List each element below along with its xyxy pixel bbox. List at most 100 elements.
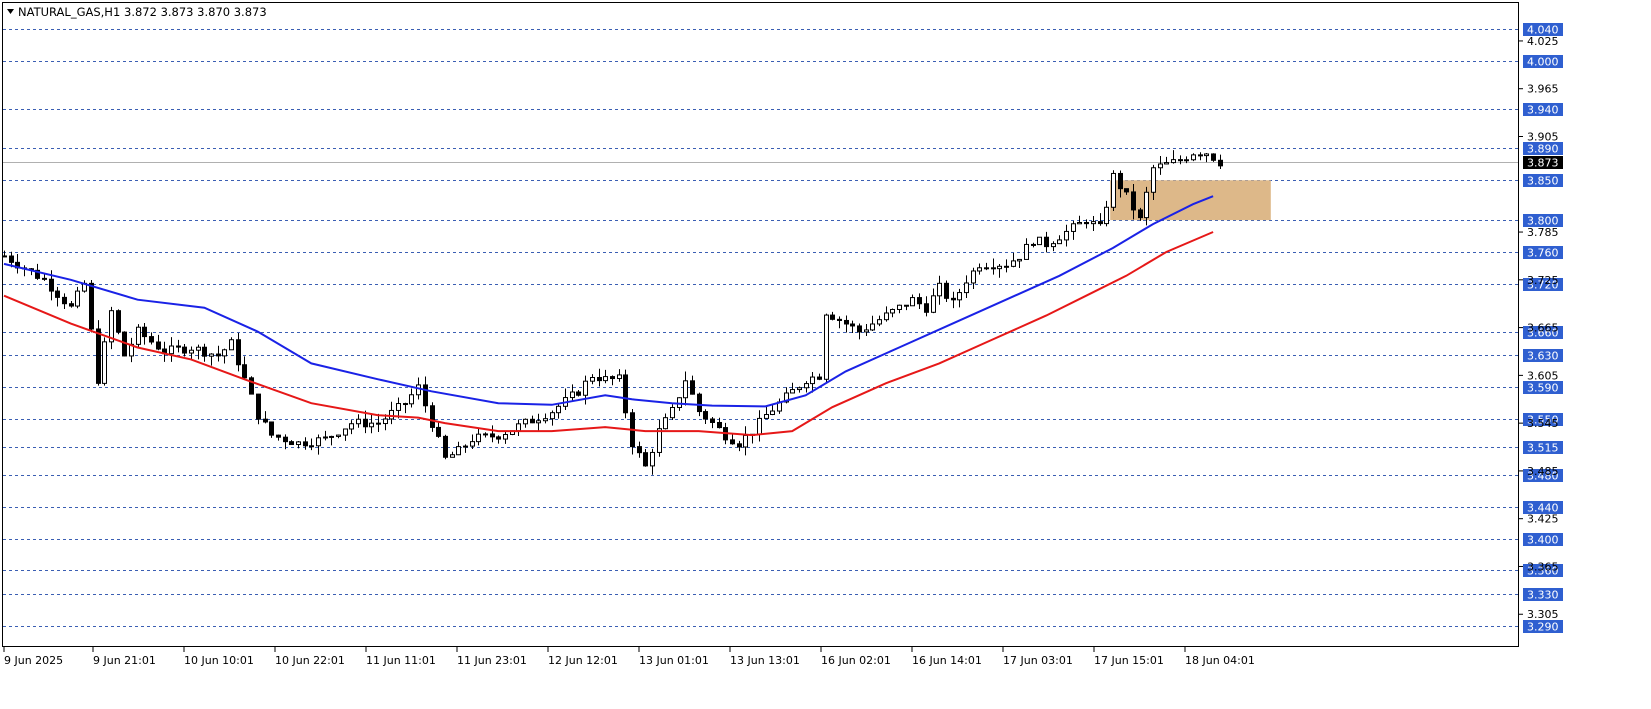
candle-body [556,405,561,414]
candle-body [1138,209,1143,219]
candle-body [1218,159,1223,167]
candle-body [790,389,795,394]
price-tick-label: 3.905 [1527,130,1559,143]
candle-body [977,267,982,272]
candle-body [1084,221,1089,225]
candle-body [89,282,94,330]
price-tick-label: 3.605 [1527,369,1559,382]
candle-body [2,255,7,258]
candle-body [583,380,588,396]
candle-body [1204,153,1209,157]
chart-canvas[interactable]: 4.0404.0003.9403.8903.8503.8003.7603.720… [0,0,1651,705]
candle-body [436,426,441,437]
candle-body [182,346,187,354]
candle-body [503,433,508,440]
candle-body [1184,159,1189,162]
candle-body [222,349,227,357]
candle-body [149,336,154,343]
time-label: 11 Jun 11:01 [366,654,436,667]
candle-body [49,278,54,292]
candle-body [263,418,268,423]
candle-body [156,341,161,350]
candle-body [403,403,408,406]
candle-body [42,277,47,280]
candle-body [1031,243,1036,246]
level-label: 3.515 [1527,442,1559,455]
candle-body [1011,260,1016,267]
candle-body [797,387,802,391]
candle-body [389,409,394,420]
candle-body [69,303,74,307]
time-label: 13 Jun 01:01 [639,654,709,667]
level-label: 3.630 [1527,350,1559,363]
candle-body [817,376,822,380]
candle-body [870,323,875,331]
candle-body [169,345,174,355]
candle-body [209,353,214,357]
price-tick-label: 3.485 [1527,465,1559,478]
candle-body [242,364,247,379]
quote-label: 3.872 3.873 3.870 3.873 [124,5,267,19]
candle-body [743,434,748,448]
candle-body [116,310,121,333]
price-axis: 4.0404.0003.9403.8903.8503.8003.7603.720… [1519,23,1563,634]
candle-body [917,297,922,305]
time-label: 17 Jun 15:01 [1094,654,1164,667]
candle-body [323,436,328,439]
candle-body [670,406,675,419]
candle-body [1077,221,1082,225]
candle-body [610,376,615,380]
candle-body [9,255,14,263]
candle-body [764,414,769,419]
time-label: 17 Jun 03:01 [1003,654,1073,667]
candle-body [543,418,548,422]
candle-body [1171,159,1176,164]
candle-body [830,314,835,320]
candle-body [597,377,602,382]
candle-body [470,441,475,447]
current-price-label: 3.873 [1527,157,1559,170]
candle-body [944,282,949,299]
time-label: 12 Jun 12:01 [548,654,618,667]
candle-body [450,454,455,458]
candle-body [229,339,234,351]
candle-body [984,267,989,270]
candle-body [650,451,655,467]
candle-body [770,410,775,416]
candle-body [910,297,915,307]
candle-body [276,434,281,438]
time-label: 11 Jun 23:01 [457,654,527,667]
candle-body [904,304,909,307]
candle-body [757,417,762,435]
time-label: 13 Jun 13:01 [730,654,800,667]
candle-body [657,428,662,453]
candle-body [1131,191,1136,211]
level-label: 3.940 [1527,104,1559,117]
candle-body [717,421,722,429]
candle-body [663,417,668,430]
candle-body [697,393,702,413]
candle-body [1051,243,1056,248]
time-label: 9 Jun 21:01 [93,654,156,667]
candle-body [804,383,809,389]
candle-body [1111,172,1116,208]
candle-body [1098,221,1103,225]
candle-body [336,434,341,437]
candle-body [303,441,308,447]
candle-body [216,353,221,357]
price-chart[interactable]: 4.040 4.000 3.940 3.890 3.850 3.800 3.760 3.720… [0,0,1651,705]
candle-body [637,446,642,454]
candle-body [1004,265,1009,268]
candle-body [363,418,368,428]
symbol-label: NATURAL_GAS,H1 [18,5,120,19]
price-tick-label: 4.025 [1527,35,1559,48]
candle-body [576,391,581,396]
candle-body [991,267,996,270]
candle-body [971,270,976,284]
candle-body [349,423,354,430]
candle-body [523,418,528,425]
price-tick-label: 3.785 [1527,226,1559,239]
price-tick-label: 3.545 [1527,417,1559,430]
candle-body [289,441,294,446]
candle-body [383,418,388,425]
